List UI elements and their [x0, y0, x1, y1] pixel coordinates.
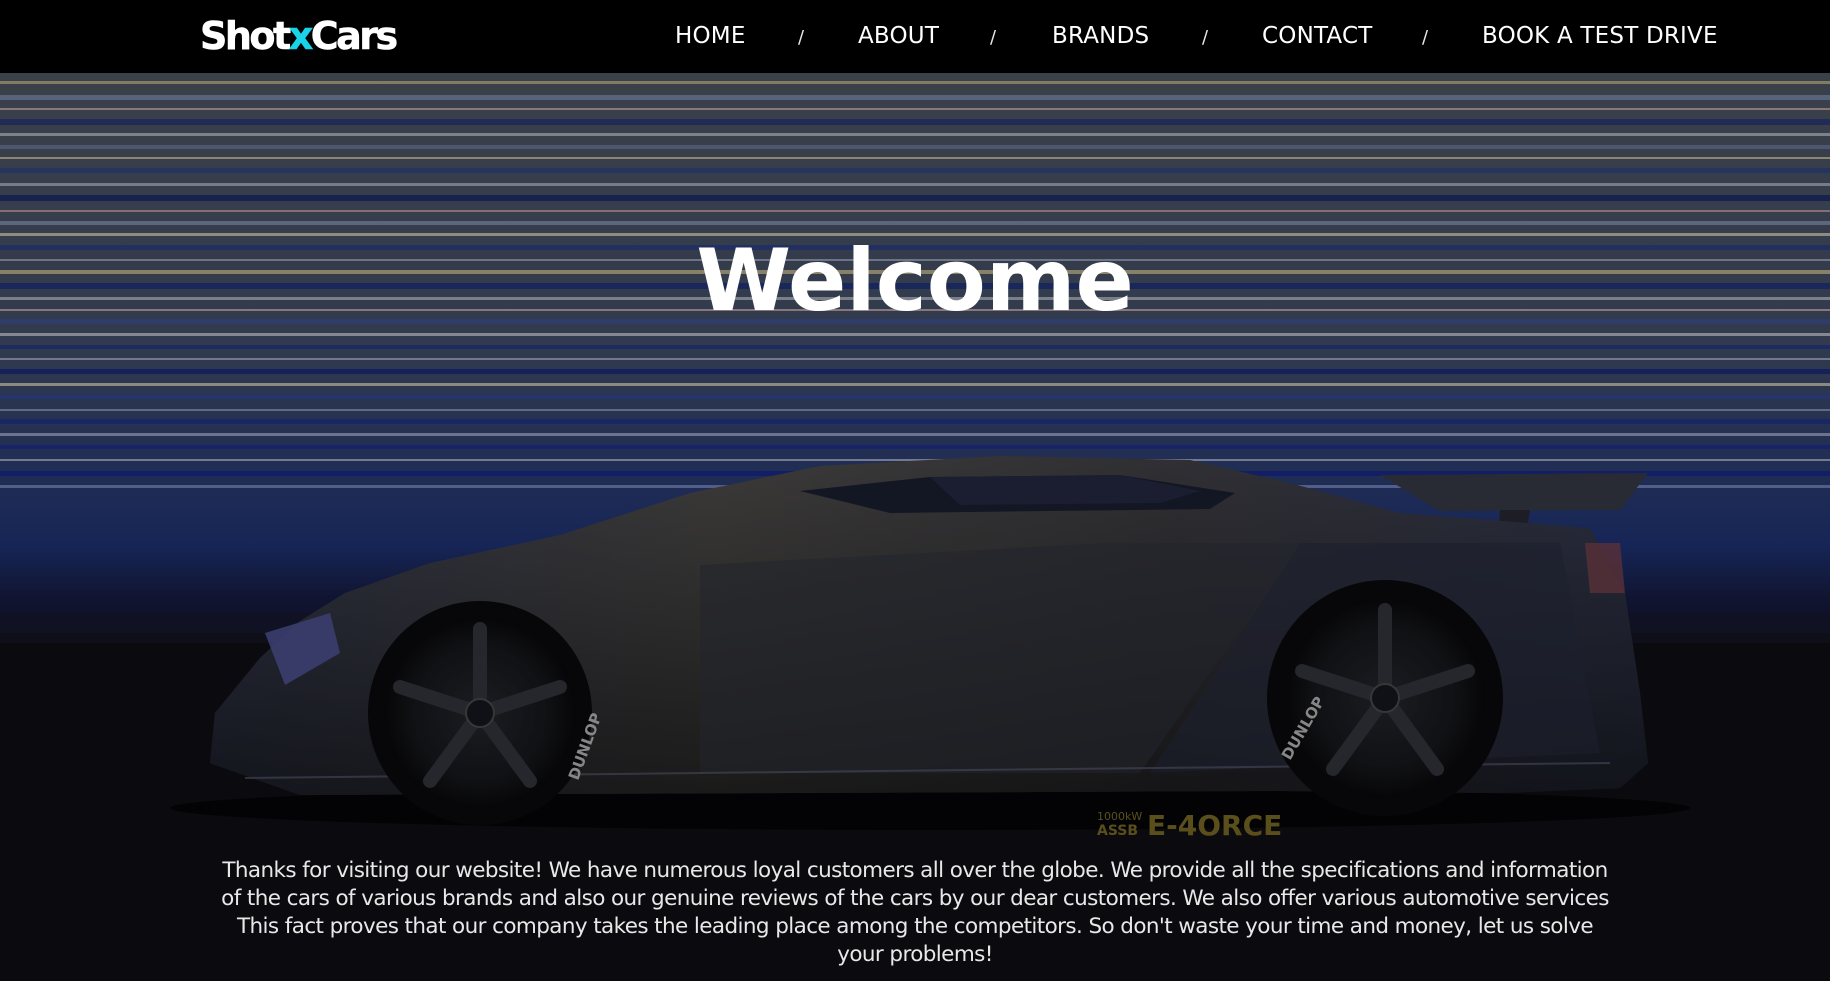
hero-title: Welcome [696, 230, 1134, 331]
nav-separator: / [1422, 27, 1429, 48]
logo-text-cars: Cars [310, 14, 398, 59]
nav-separator: / [1202, 27, 1209, 48]
hero-dark-overlay [0, 73, 1830, 981]
hero-description: Thanks for visiting our website! We have… [221, 857, 1609, 967]
nav-separator: / [990, 27, 997, 48]
nav-link-brands[interactable]: BRANDS [1052, 22, 1149, 50]
hero-section: DUNLOP DUNLOP 1000kW ASSB E-4ORCE Welcom… [0, 73, 1830, 981]
nav-link-home[interactable]: HOME [675, 22, 746, 50]
nav-link-contact[interactable]: CONTACT [1262, 22, 1372, 50]
site-logo[interactable]: ShotxCars [200, 14, 399, 59]
nav-link-about[interactable]: ABOUT [858, 22, 939, 50]
nav-link-book-test-drive[interactable]: BOOK A TEST DRIVE [1482, 22, 1718, 50]
navbar: ShotxCars HOME / ABOUT / BRANDS / CONTAC… [0, 0, 1830, 73]
nav-separator: / [798, 27, 805, 48]
logo-text-x: x [288, 14, 313, 59]
logo-text-shot: Shot [200, 14, 292, 59]
